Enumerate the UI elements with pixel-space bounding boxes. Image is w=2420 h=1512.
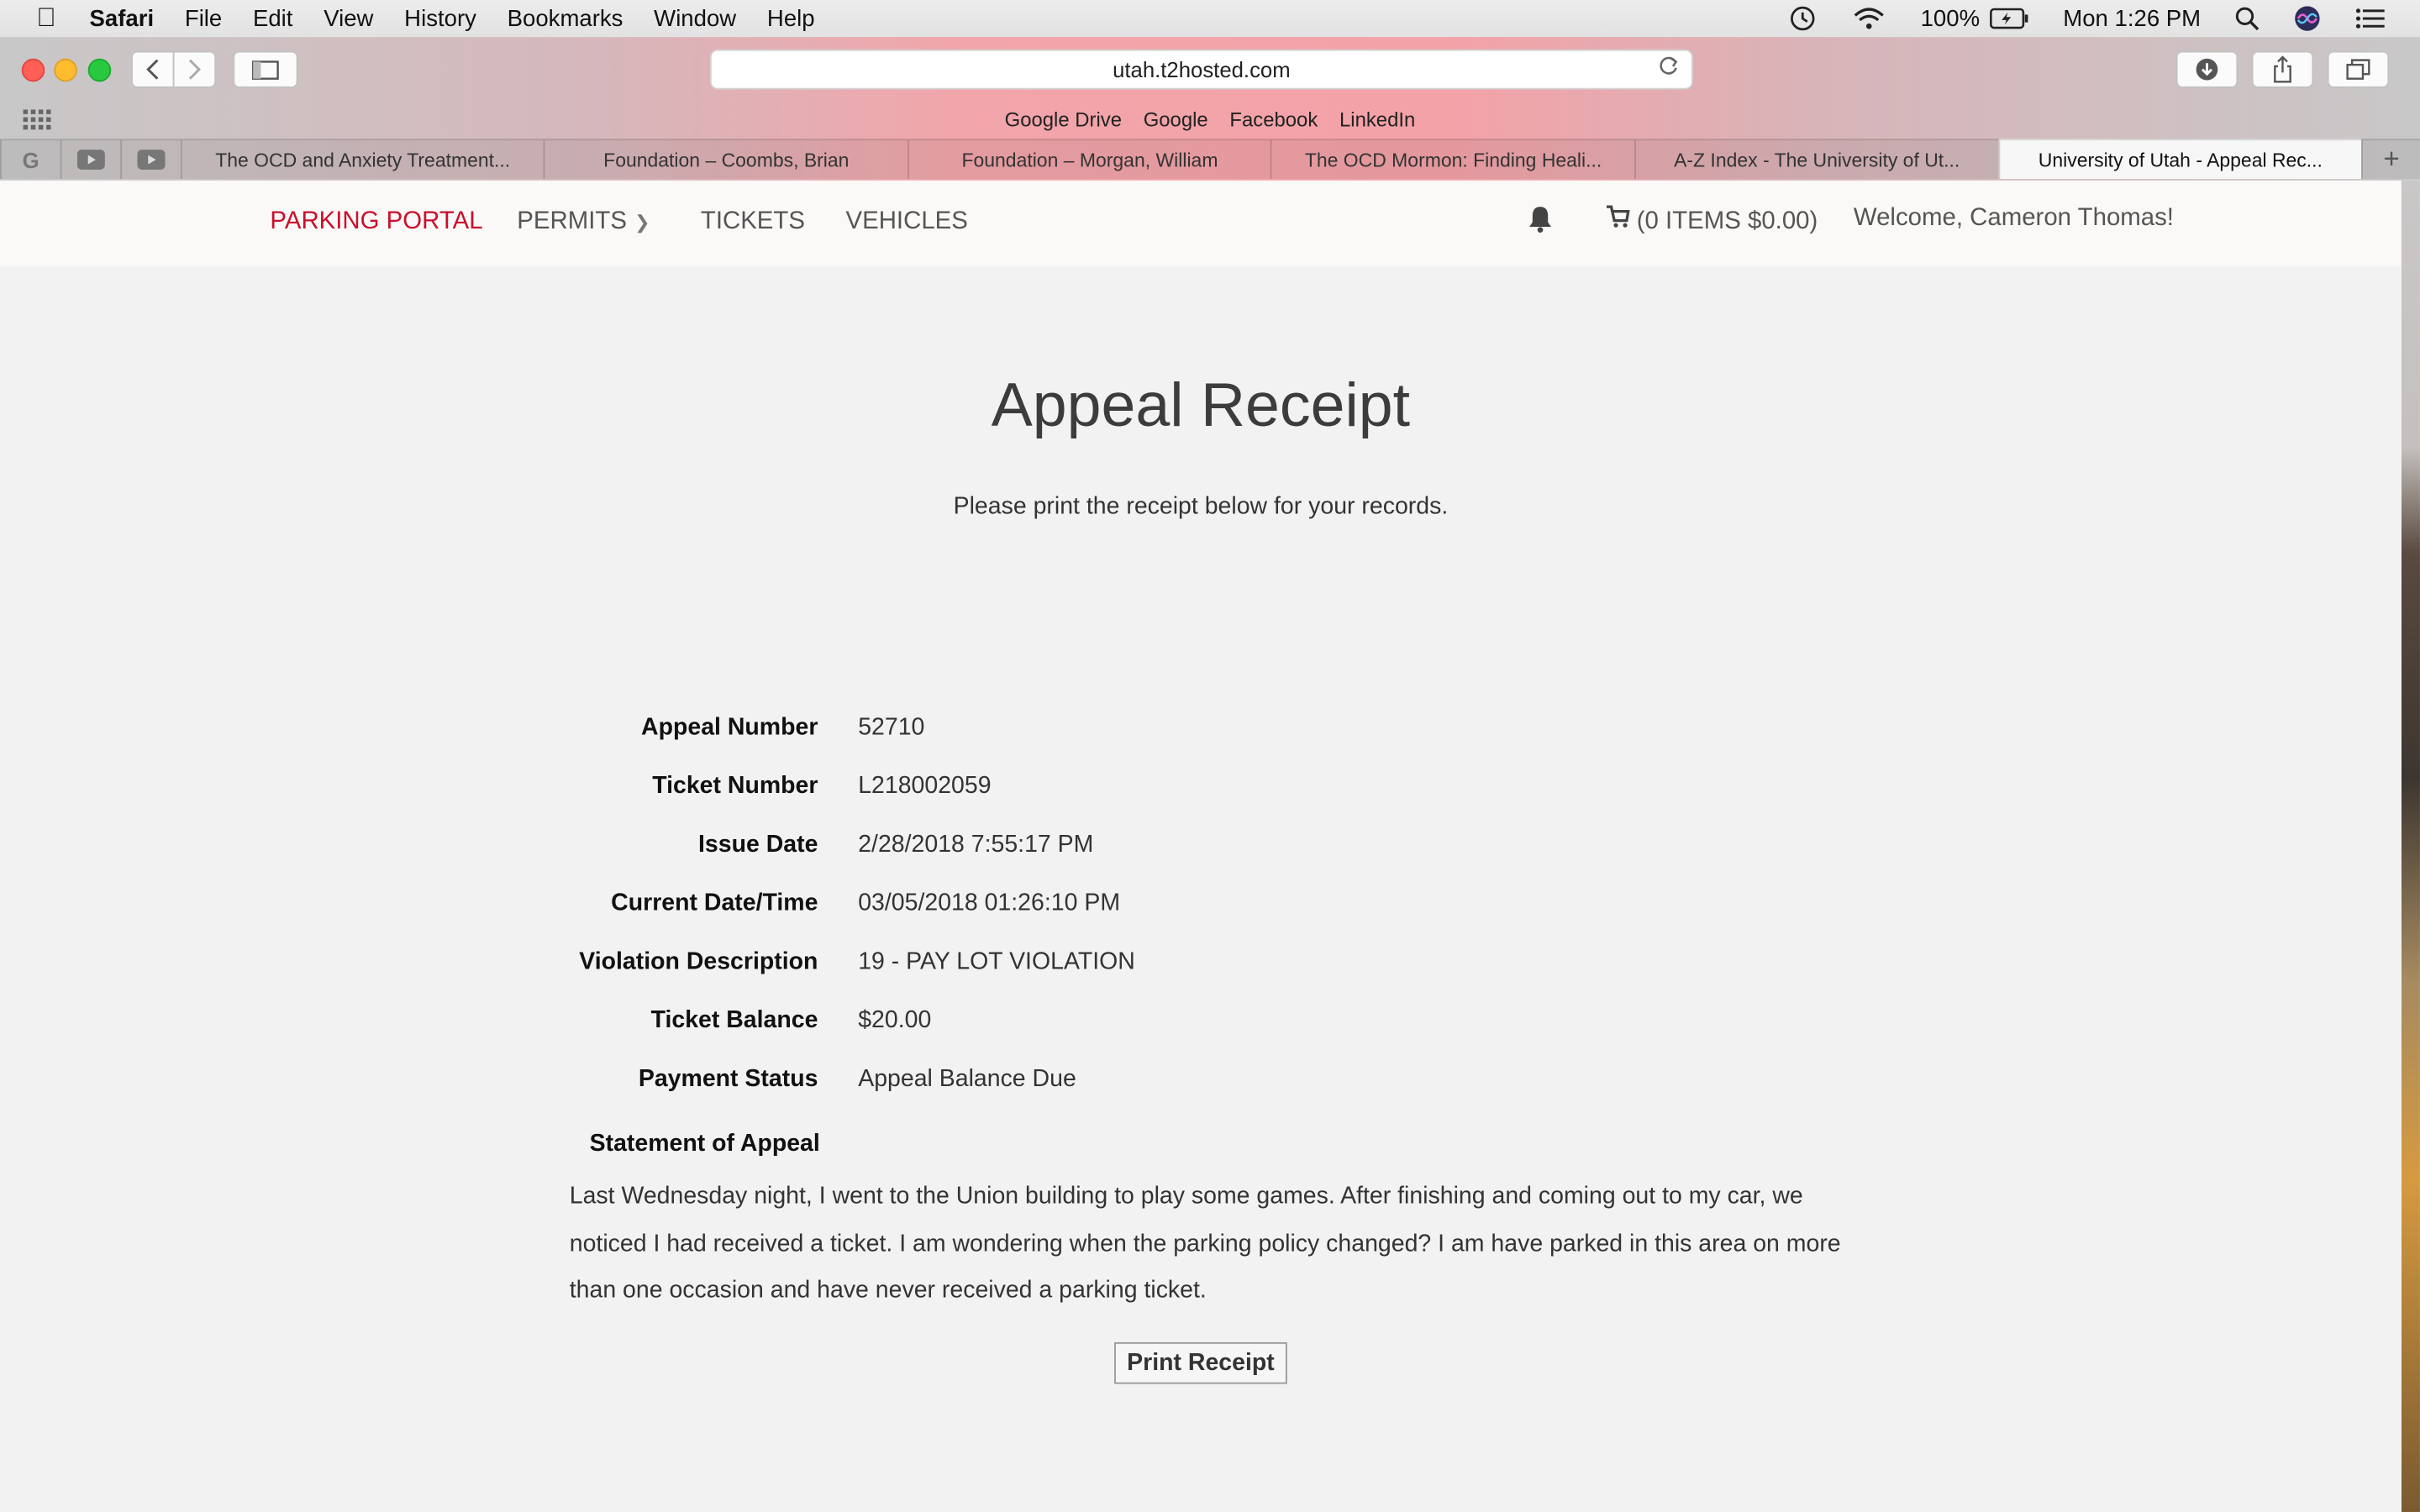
tab-az-index[interactable]: A-Z Index - The University of Ut... [1634,139,1998,180]
menu-help[interactable]: Help [767,5,815,31]
favorite-linkedin[interactable]: LinkedIn [1339,108,1415,132]
sidebar-icon [252,60,279,79]
field-value: L218002059 [858,773,992,800]
field-row-issue-date: Issue Date 2/28/2018 7:55:17 PM [0,832,2402,869]
tab-ocd-mormon[interactable]: The OCD Mormon: Finding Heali... [1270,139,1634,180]
browser-chrome: utah.t2hosted.com Google Drive Google Fa… [0,37,2420,181]
field-row-ticket-number: Ticket Number L218002059 [0,773,2402,810]
tab-foundation-coombs[interactable]: Foundation – Coombs, Brian [544,139,908,180]
clock[interactable]: Mon 1:26 PM [2063,5,2201,31]
share-icon [2274,55,2291,83]
field-value: 2/28/2018 7:55:17 PM [858,831,1094,858]
wifi-icon[interactable] [1853,6,1886,30]
download-icon [2196,58,2218,81]
notification-center-icon[interactable] [2355,8,2386,29]
new-tab-button[interactable]: + [2361,139,2420,180]
battery-percent: 100% [1920,5,1981,32]
battery-icon[interactable] [1989,8,2029,29]
pinned-tab-youtube-2[interactable] [119,139,181,180]
menu-app[interactable]: Safari [90,5,155,31]
apple-menu-icon[interactable]:  [34,3,58,33]
pinned-tab-google[interactable]: G [0,139,60,180]
field-label: Current Date/Time [611,890,818,916]
print-receipt-button[interactable]: Print Receipt [1114,1341,1287,1384]
cart-icon [1607,205,1630,228]
field-value: 03/05/2018 01:26:10 PM [858,890,1121,916]
downloads-button[interactable] [2175,50,2238,88]
desktop-background-strip [2401,180,2420,1512]
menu-history[interactable]: History [404,5,476,31]
field-label: Violation Description [579,948,818,975]
cart-summary: (0 ITEMS $0.00) [1636,207,1818,235]
zoom-window-button[interactable] [87,58,112,82]
main-content: Appeal Receipt Please print the receipt … [0,266,2402,1512]
favorite-google-drive[interactable]: Google Drive [1005,108,1122,132]
back-button[interactable] [131,50,175,88]
nav-permits[interactable]: PERMITS ❯ [517,208,650,236]
menu-window[interactable]: Window [654,5,736,31]
field-value: 19 - PAY LOT VIOLATION [858,948,1135,975]
tab-foundation-morgan[interactable]: Foundation – Morgan, William [907,139,1271,180]
menu-edit[interactable]: Edit [253,5,292,31]
favorites-bar: Google Drive Google Facebook LinkedIn [0,102,2420,139]
field-value: 52710 [858,714,925,741]
tab-ocd-anxiety[interactable]: The OCD and Anxiety Treatment... [180,139,544,180]
address-bar-text: utah.t2hosted.com [1113,56,1291,82]
site-navbar: PARKING PORTAL PERMITS ❯ TICKETS VEHICLES… [0,180,2420,269]
chevron-left-icon [146,59,159,80]
field-label: Ticket Balance [650,1007,818,1034]
chevron-right-icon [188,59,202,80]
minimize-window-button[interactable] [54,58,77,82]
page-subtitle: Please print the receipt below for your … [953,493,1449,520]
field-label: Payment Status [638,1066,818,1093]
welcome-user[interactable]: Welcome, Cameron Thomas! [1854,205,2174,233]
nav-permits-label: PERMITS [517,207,627,235]
field-value: $20.00 [858,1007,932,1034]
field-row-current-datetime: Current Date/Time 03/05/2018 01:26:10 PM [0,890,2402,927]
field-label: Issue Date [698,831,818,858]
field-row-payment-status: Payment Status Appeal Balance Due [0,1066,2402,1103]
chevron-down-icon: ❯ [634,211,650,234]
field-row-ticket-balance: Ticket Balance $20.00 [0,1007,2402,1044]
favorite-facebook[interactable]: Facebook [1229,108,1318,132]
statement-text: Last Wednesday night, I went to the Unio… [569,1183,1841,1305]
field-row-appeal-number: Appeal Number 52710 [0,714,2402,751]
browser-toolbar: utah.t2hosted.com [0,37,2420,102]
youtube-icon [76,150,105,171]
nav-parking-portal[interactable]: PARKING PORTAL [270,208,482,236]
pinned-tab-youtube-1[interactable] [60,139,120,180]
field-label: Ticket Number [652,773,818,800]
forward-button[interactable] [172,50,217,88]
nav-tickets[interactable]: TICKETS [701,208,805,236]
tab-overview-button[interactable] [2327,50,2390,88]
tab-appeal-receipt[interactable]: University of Utah - Appeal Rec... [1997,139,2362,180]
bell-icon[interactable] [1528,205,1552,240]
field-value: Appeal Balance Due [858,1066,1076,1093]
close-window-button[interactable] [21,58,45,82]
tab-bar: G The OCD and Anxiety Treatment... Found… [0,139,2420,181]
address-bar[interactable]: utah.t2hosted.com [709,49,1693,90]
siri-icon[interactable] [2293,5,2321,33]
google-icon: G [22,147,39,172]
field-row-violation-description: Violation Description 19 - PAY LOT VIOLA… [0,949,2402,986]
statement-label: Statement of Appeal [589,1131,820,1158]
page-title: Appeal Receipt [991,371,1411,440]
nav-vehicles[interactable]: VEHICLES [846,208,968,236]
field-label: Appeal Number [641,714,818,741]
menu-file[interactable]: File [185,5,222,31]
spotlight-icon[interactable] [2235,6,2260,31]
share-button[interactable] [2251,50,2314,88]
time-machine-icon[interactable] [1788,5,1819,33]
reload-icon[interactable] [1658,55,1680,83]
youtube-icon [137,150,166,171]
menu-view[interactable]: View [324,5,373,31]
favorite-google[interactable]: Google [1144,108,1208,132]
menu-bookmarks[interactable]: Bookmarks [508,5,623,31]
sidebar-toggle-button[interactable] [233,50,298,88]
menubar:  Safari File Edit View History Bookmark… [0,0,2420,38]
nav-cart[interactable]: (0 ITEMS $0.00) [1605,205,1818,236]
plus-icon: + [2383,143,2400,175]
tabs-icon [2346,59,2370,80]
